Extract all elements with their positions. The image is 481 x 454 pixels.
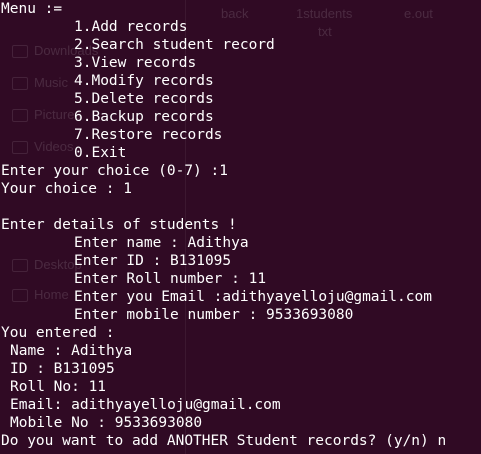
terminal-window[interactable]: back 1students e.out txt Downloads Music…: [0, 0, 481, 454]
menu-header: Menu :=: [1, 1, 63, 17]
input-line-name: Enter name : Adithya: [74, 235, 249, 251]
input-line-id: Enter ID : B131095: [74, 253, 232, 269]
menu-item: 0.Exit: [74, 145, 127, 161]
text-cursor: [447, 432, 455, 447]
menu-item: 3.View records: [74, 55, 197, 71]
menu-item: 5.Delete records: [74, 91, 214, 107]
final-prompt[interactable]: Do you want to add ANOTHER Student recor…: [1, 432, 455, 450]
menu-item: 4.Modify records: [74, 73, 214, 89]
choice-echo: Your choice : 1: [1, 181, 132, 197]
menu-item: 2.Search student record: [74, 37, 275, 53]
entered-roll: Roll No: 11: [10, 379, 107, 395]
input-line-email: Enter you Email :adithyayelloju@gmail.co…: [74, 289, 432, 305]
entered-email: Email: adithyayelloju@gmail.com: [10, 397, 281, 413]
terminal-output: Menu := 1.Add records 2.Search student r…: [1, 0, 455, 450]
menu-item: 1.Add records: [74, 19, 188, 35]
input-line-mobile: Enter mobile number : 9533693080: [74, 307, 354, 323]
final-prompt-text: Do you want to add ANOTHER Student recor…: [1, 433, 447, 449]
details-header: Enter details of students !: [1, 217, 237, 233]
entered-id: ID : B131095: [10, 361, 115, 377]
input-line-roll: Enter Roll number : 11: [74, 271, 267, 287]
entered-header: You entered :: [1, 325, 115, 341]
choice-prompt: Enter your choice (0-7) :1: [1, 163, 228, 179]
entered-name: Name : Adithya: [10, 343, 133, 359]
menu-item: 7.Restore records: [74, 127, 223, 143]
menu-item: 6.Backup records: [74, 109, 214, 125]
entered-mobile: Mobile No : 9533693080: [10, 415, 203, 431]
